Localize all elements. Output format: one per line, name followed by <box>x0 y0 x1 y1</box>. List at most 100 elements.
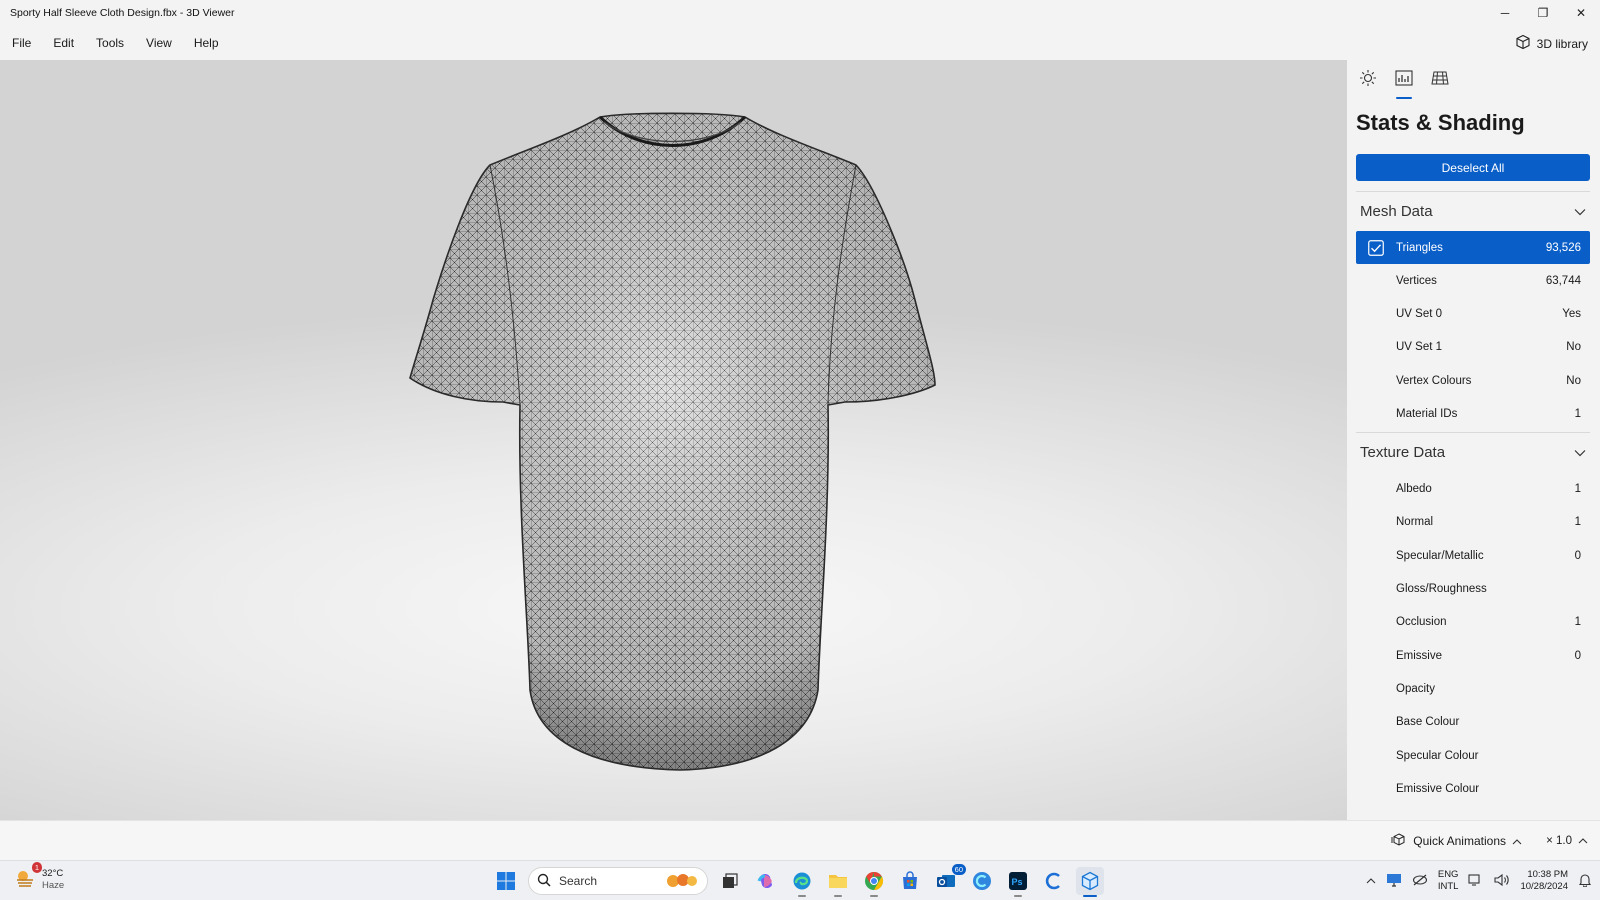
stat-label: UV Set 0 <box>1396 307 1443 320</box>
task-view-button[interactable] <box>716 867 744 895</box>
stat-row-base-colour[interactable]: Base Colour <box>1356 706 1590 739</box>
stat-label: Opacity <box>1396 682 1435 695</box>
windows-logo-icon <box>497 872 515 890</box>
quick-animations-button[interactable]: Quick Animations <box>1391 821 1522 861</box>
stat-label: Vertex Colours <box>1396 374 1472 387</box>
stat-row-uv-set-0[interactable]: UV Set 0 Yes <box>1356 297 1590 330</box>
stat-value: Yes <box>1562 307 1581 320</box>
task-view-icon <box>723 873 738 888</box>
playback-speed-button[interactable]: × 1.0 <box>1546 821 1588 861</box>
stat-row-material-ids[interactable]: Material IDs 1 <box>1356 397 1590 430</box>
sun-icon <box>1359 69 1377 92</box>
tshirt-wireframe-model[interactable] <box>0 60 1347 820</box>
volume-icon[interactable] <box>1494 873 1510 890</box>
tab-grid[interactable] <box>1429 67 1451 93</box>
menu-edit[interactable]: Edit <box>42 27 85 60</box>
stat-row-normal[interactable]: Normal 1 <box>1356 506 1590 539</box>
stat-row-gloss-roughness[interactable]: Gloss/Roughness <box>1356 572 1590 605</box>
3d-library-button[interactable]: 3D library <box>1515 27 1588 60</box>
outlook-button[interactable]: 60 <box>932 864 966 895</box>
3d-viewer-taskbar-button[interactable] <box>1076 867 1104 897</box>
stat-row-emissive[interactable]: Emissive 0 <box>1356 639 1590 672</box>
texture-data-header[interactable]: Texture Data <box>1356 432 1590 472</box>
minimize-button[interactable]: ─ <box>1486 0 1524 26</box>
menu-tools[interactable]: Tools <box>85 27 135 60</box>
app-c-alt-button[interactable] <box>1040 867 1068 895</box>
stat-row-vertex-colours[interactable]: Vertex Colours No <box>1356 364 1590 397</box>
stat-label: Material IDs <box>1396 407 1458 420</box>
menu-help[interactable]: Help <box>183 27 230 60</box>
app-c-button[interactable] <box>968 867 996 895</box>
chrome-button[interactable] <box>860 867 888 897</box>
weather-condition: Haze <box>42 879 65 891</box>
store-bag-icon <box>903 871 917 889</box>
copilot-icon <box>757 874 772 888</box>
tab-stats-shading[interactable] <box>1393 67 1415 99</box>
stat-row-occlusion[interactable]: Occlusion 1 <box>1356 606 1590 639</box>
close-button[interactable]: ✕ <box>1562 0 1600 26</box>
search-icon <box>537 873 551 890</box>
start-button[interactable] <box>492 867 520 895</box>
stat-row-specular-colour[interactable]: Specular Colour <box>1356 739 1590 772</box>
weather-widget[interactable]: 1 32°C Haze <box>14 862 65 893</box>
mesh-data-title: Mesh Data <box>1360 203 1433 220</box>
texture-data-section: Texture Data Albedo 1 Normal 1 Specular/Me… <box>1356 432 1590 805</box>
speed-label: × 1.0 <box>1546 835 1572 847</box>
texture-data-title: Texture Data <box>1360 444 1446 462</box>
stat-row-albedo[interactable]: Albedo 1 <box>1356 472 1590 505</box>
network-off-icon[interactable] <box>1412 873 1428 890</box>
stat-row-triangles[interactable]: Triangles 93,526 <box>1356 231 1590 264</box>
stat-value: 1 <box>1574 516 1581 529</box>
photoshop-button[interactable]: Ps <box>1004 867 1032 897</box>
circle-c-app-icon <box>973 872 991 890</box>
system-tray: ENG INTL 10:38 PM 10/28/2024 <box>1366 861 1592 900</box>
monitor-tray-icon[interactable] <box>1386 873 1402 890</box>
stat-value: 63,744 <box>1545 274 1581 287</box>
taskbar-search[interactable]: Search <box>528 867 708 895</box>
stat-label: Specular/Metallic <box>1396 549 1484 562</box>
keyboard-layout: INTL <box>1437 881 1459 892</box>
3d-viewport[interactable] <box>0 60 1347 820</box>
c-letter-app-icon <box>1045 872 1060 890</box>
copilot-button[interactable] <box>752 867 780 895</box>
menu-view[interactable]: View <box>135 27 183 60</box>
stats-shading-panel: Stats & Shading Deselect All Mesh Data T… <box>1347 60 1600 820</box>
search-highlight-icon <box>663 871 699 892</box>
stat-row-specular-metallic[interactable]: Specular/Metallic 0 <box>1356 539 1590 572</box>
stat-value: No <box>1566 374 1581 387</box>
language-code: ENG <box>1437 869 1459 880</box>
mesh-data-header[interactable]: Mesh Data <box>1356 191 1590 231</box>
stat-label: UV Set 1 <box>1396 341 1443 354</box>
notification-bell-icon[interactable] <box>1578 873 1592 890</box>
animation-icon <box>1391 832 1407 850</box>
stat-row-uv-set-1[interactable]: UV Set 1 No <box>1356 331 1590 364</box>
store-button[interactable] <box>896 867 924 895</box>
stat-label: Gloss/Roughness <box>1396 583 1487 596</box>
display-tray-icon[interactable] <box>1468 873 1484 890</box>
menu-file[interactable]: File <box>0 27 42 60</box>
checkbox-checked-icon[interactable] <box>1356 239 1396 256</box>
panel-title: Stats & Shading <box>1356 110 1525 135</box>
edge-browser-icon <box>793 872 811 890</box>
stat-label: Base Colour <box>1396 716 1460 729</box>
animation-bar: Quick Animations × 1.0 <box>0 820 1600 860</box>
title-bar: Sporty Half Sleeve Cloth Design.fbx - 3D… <box>0 0 1600 26</box>
edge-button[interactable] <box>788 867 816 897</box>
restore-button[interactable]: ❐ <box>1524 0 1562 26</box>
language-indicator[interactable]: ENG INTL <box>1438 869 1459 893</box>
stat-row-emissive-colour[interactable]: Emissive Colour <box>1356 772 1590 805</box>
stat-row-opacity[interactable]: Opacity <box>1356 672 1590 705</box>
chevron-down-icon <box>1574 444 1586 462</box>
stat-label: Normal <box>1396 516 1434 529</box>
clock[interactable]: 10:38 PM 10/28/2024 <box>1520 869 1568 893</box>
stat-row-vertices[interactable]: Vertices 63,744 <box>1356 264 1590 297</box>
stat-value: 93,526 <box>1545 241 1581 254</box>
file-explorer-button[interactable] <box>824 867 852 897</box>
stat-value: 1 <box>1574 616 1581 629</box>
deselect-all-button[interactable]: Deselect All <box>1356 154 1590 181</box>
3d-viewer-cube-icon <box>1081 871 1099 891</box>
menu-bar: File Edit Tools View Help 3D library <box>0 27 1600 60</box>
stat-label: Specular Colour <box>1396 749 1479 762</box>
chevron-up-icon[interactable] <box>1366 876 1376 887</box>
tab-lighting[interactable] <box>1357 67 1379 93</box>
